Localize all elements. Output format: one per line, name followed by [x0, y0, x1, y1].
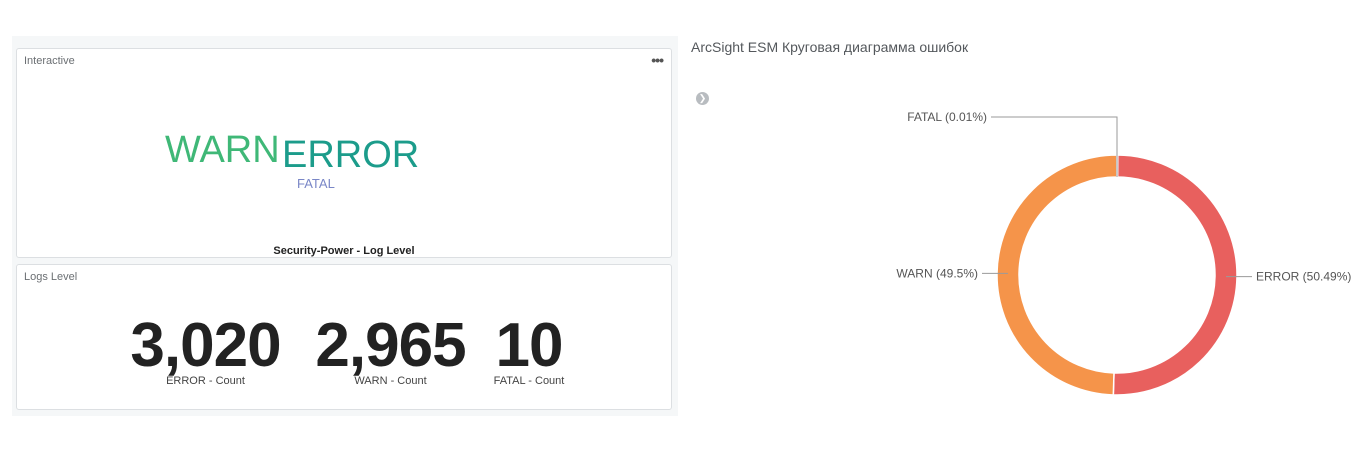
donut-slice-error[interactable]	[1112, 154, 1238, 396]
donut-chart: ERROR (50.49%) WARN (49.5%) FATAL (0.01%)	[896, 110, 1351, 396]
donut-label-fatal: FATAL (0.01%)	[907, 110, 987, 124]
donut-label-warn: WARN (49.5%)	[896, 266, 978, 280]
donut-slice-warn[interactable]	[996, 154, 1118, 396]
donut-label-error: ERROR (50.49%)	[1256, 270, 1351, 284]
